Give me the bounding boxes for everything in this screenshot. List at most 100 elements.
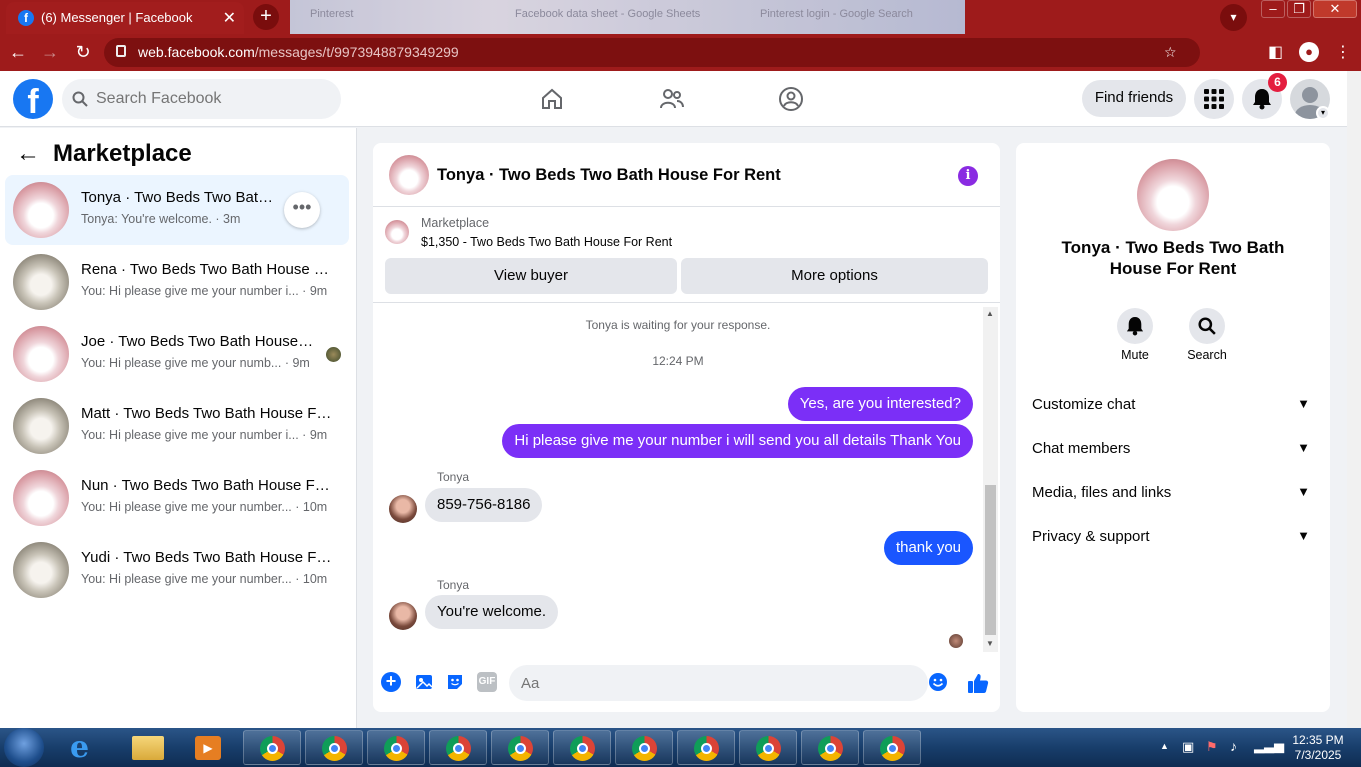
search-in-chat-button[interactable] xyxy=(1189,308,1225,344)
internet-explorer-icon[interactable]: e xyxy=(70,732,102,764)
media-player-icon[interactable]: ▶ xyxy=(195,736,221,760)
chevron-down-icon[interactable]: ▾ xyxy=(1316,106,1330,120)
device-icon[interactable]: ▣ xyxy=(1182,739,1194,755)
scroll-down-icon[interactable]: ▼ xyxy=(986,639,994,648)
privacy-support-row[interactable]: Privacy & support ▼ xyxy=(1032,528,1314,548)
side-panel-icon[interactable]: ◧ xyxy=(1268,42,1283,62)
mute-button[interactable] xyxy=(1117,308,1153,344)
photo-icon[interactable] xyxy=(414,672,434,692)
conversation-preview: You: Hi please give me your numb... · 9m xyxy=(81,356,310,370)
search-box[interactable] xyxy=(62,79,341,119)
info-icon[interactable]: i xyxy=(958,166,978,186)
chrome-icon xyxy=(632,736,657,761)
taskbar-chrome-window[interactable] xyxy=(615,730,673,765)
close-tab-icon[interactable]: ✕ xyxy=(223,8,236,28)
taskbar-chrome-window[interactable] xyxy=(429,730,487,765)
outgoing-message[interactable]: Hi please give me your number i will sen… xyxy=(502,424,973,458)
more-options-icon[interactable]: ••• xyxy=(284,192,320,228)
conversation-item[interactable]: Joe · Two Beds Two Bath House For Rent Y… xyxy=(5,319,349,389)
minimize-button[interactable]: – xyxy=(1261,0,1285,18)
listing-thumbnail xyxy=(13,254,69,310)
taskbar-chrome-window[interactable] xyxy=(863,730,921,765)
restore-button[interactable]: ❐ xyxy=(1287,0,1311,18)
taskbar-chrome-window[interactable] xyxy=(801,730,859,765)
outgoing-message[interactable]: Yes, are you interested? xyxy=(787,387,973,421)
chat-title[interactable]: Tonya · Two Beds Two Bath House For Rent xyxy=(437,166,781,185)
active-tab[interactable]: f (6) Messenger | Facebook ✕ xyxy=(6,2,244,34)
background-tab[interactable]: Pinterest xyxy=(310,8,353,26)
star-icon[interactable]: ☆ xyxy=(1164,44,1177,61)
menu-icon[interactable]: ⋮ xyxy=(1335,42,1351,62)
tab-search-button[interactable]: ▾ xyxy=(1220,4,1247,31)
media-files-links-row[interactable]: Media, files and links ▼ xyxy=(1032,484,1314,504)
scroll-up-icon[interactable]: ▲ xyxy=(986,309,994,318)
sender-avatar[interactable] xyxy=(389,602,417,630)
incoming-message[interactable]: 859-756-8186 xyxy=(425,488,543,522)
file-explorer-icon[interactable] xyxy=(132,736,164,760)
home-icon[interactable] xyxy=(540,87,564,111)
taskbar-chrome-window[interactable] xyxy=(305,730,363,765)
back-icon[interactable]: ← xyxy=(8,42,28,63)
listing-title[interactable]: $1,350 - Two Beds Two Bath House For Ren… xyxy=(421,235,672,249)
back-arrow-icon[interactable]: ← xyxy=(16,140,40,168)
reload-icon[interactable]: ↻ xyxy=(73,42,93,63)
view-buyer-button[interactable]: View buyer xyxy=(385,258,677,294)
conversation-item[interactable]: Tonya · Two Beds Two Bath House For Rent… xyxy=(5,175,349,245)
more-options-button[interactable]: More options xyxy=(681,258,988,294)
conversation-item[interactable]: Matt · Two Beds Two Bath House For Rent … xyxy=(5,391,349,461)
conversation-item[interactable]: Nun · Two Beds Two Bath House For Rent Y… xyxy=(5,463,349,533)
chevron-down-icon: ▼ xyxy=(1297,440,1310,455)
conversation-item[interactable]: Yudi · Two Beds Two Bath House For Rent … xyxy=(5,535,349,605)
details-avatar[interactable] xyxy=(1137,159,1209,231)
volume-icon[interactable]: ♪ xyxy=(1230,738,1237,754)
like-icon[interactable] xyxy=(967,672,989,694)
system-clock[interactable]: 12:35 PM 7/3/2025 xyxy=(1280,733,1356,763)
address-bar[interactable]: web.facebook.com/messages/t/997394887934… xyxy=(104,38,1200,67)
outgoing-message[interactable]: thank you xyxy=(883,531,973,565)
show-hidden-icons[interactable]: ▲ xyxy=(1160,741,1169,751)
page-scrollbar[interactable] xyxy=(1347,71,1361,728)
gif-icon[interactable]: GIF xyxy=(477,672,497,692)
add-icon[interactable]: + xyxy=(381,672,401,692)
taskbar-chrome-window[interactable] xyxy=(243,730,301,765)
facebook-logo-icon[interactable]: f xyxy=(13,79,53,119)
message-scrollbar[interactable]: ▲ ▼ xyxy=(983,307,998,652)
taskbar-chrome-window[interactable] xyxy=(677,730,735,765)
taskbar-chrome-window[interactable] xyxy=(739,730,797,765)
taskbar-chrome-window[interactable] xyxy=(491,730,549,765)
customize-chat-row[interactable]: Customize chat ▼ xyxy=(1032,396,1314,416)
url-text[interactable]: web.facebook.com/messages/t/997394887934… xyxy=(138,44,459,60)
search-input[interactable] xyxy=(96,79,331,119)
profile-icon[interactable]: ● xyxy=(1299,42,1319,62)
background-tab[interactable]: Pinterest login - Google Search xyxy=(760,8,913,26)
chrome-icon xyxy=(508,736,533,761)
forward-icon[interactable]: → xyxy=(40,42,60,63)
incoming-message[interactable]: You're welcome. xyxy=(425,595,559,629)
new-tab-button[interactable]: + xyxy=(253,4,279,30)
message-composer: + GIF xyxy=(373,661,1000,711)
chat-avatar[interactable] xyxy=(389,155,429,195)
conversation-name: Matt · Two Beds Two Bath House For Rent xyxy=(81,405,336,422)
scrollbar-thumb[interactable] xyxy=(985,485,996,635)
conversation-item[interactable]: Rena · Two Beds Two Bath House For Rent … xyxy=(5,247,349,317)
search-icon xyxy=(1198,317,1216,335)
menu-button[interactable] xyxy=(1194,79,1234,119)
message-input[interactable] xyxy=(509,665,928,701)
taskbar-chrome-window[interactable] xyxy=(553,730,611,765)
taskbar-chrome-window[interactable] xyxy=(367,730,425,765)
background-tab[interactable]: Facebook data sheet - Google Sheets xyxy=(515,8,700,26)
lock-icon[interactable] xyxy=(116,45,126,57)
start-button[interactable] xyxy=(4,728,44,767)
listing-thumbnail xyxy=(385,220,409,244)
friends-icon[interactable] xyxy=(659,87,685,111)
marketplace-sidebar: ← Marketplace Tonya · Two Beds Two Bath … xyxy=(0,128,357,728)
emoji-icon[interactable] xyxy=(928,672,948,692)
close-window-button[interactable]: ✕ xyxy=(1313,0,1357,18)
listing-thumbnail xyxy=(13,182,69,238)
chat-members-row[interactable]: Chat members ▼ xyxy=(1032,440,1314,460)
groups-icon[interactable] xyxy=(778,86,804,112)
network-error-icon[interactable]: ⚑ xyxy=(1206,739,1218,755)
find-friends-button[interactable]: Find friends xyxy=(1082,80,1186,117)
sender-avatar[interactable] xyxy=(389,495,417,523)
sticker-icon[interactable] xyxy=(445,672,465,692)
